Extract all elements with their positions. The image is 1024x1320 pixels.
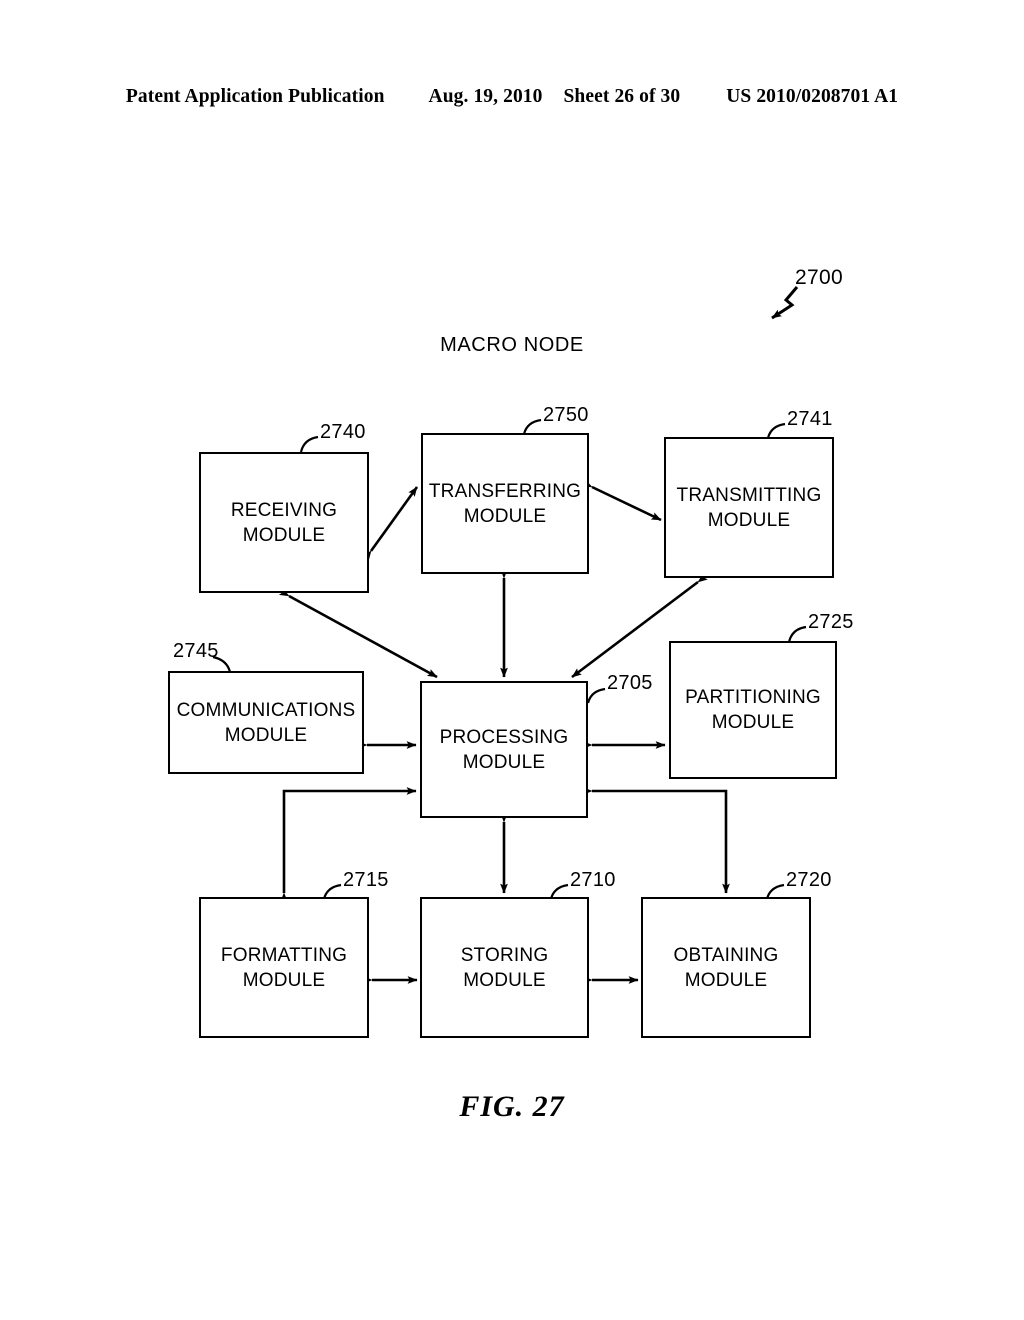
module-box-transferring: TRANSFERRING MODULE xyxy=(421,433,589,574)
module-label-partitioning: PARTITIONING MODULE xyxy=(685,687,821,733)
module-label-processing: PROCESSING MODULE xyxy=(439,726,569,773)
ref-numeral-2700: 2700 xyxy=(795,266,843,289)
figure-caption: FIG. 27 xyxy=(459,1090,565,1123)
ref-numeral-2710: 2710 xyxy=(570,869,616,891)
module-label-transmitting: TRANSMITTING MODULE xyxy=(676,484,822,531)
system-ref-arrow xyxy=(771,286,799,320)
ref-numeral-2740: 2740 xyxy=(320,421,366,443)
ref-numeral-2715: 2715 xyxy=(343,869,389,891)
ref-numeral-2725: 2725 xyxy=(808,611,854,633)
module-label-communications: COMMUNICATIONS MODULE xyxy=(176,699,356,746)
module-box-communications: COMMUNICATIONS MODULE xyxy=(168,671,364,774)
diagram-title: MACRO NODE xyxy=(440,334,584,356)
module-box-receiving: RECEIVING MODULE xyxy=(199,452,369,593)
module-box-processing: PROCESSING MODULE xyxy=(420,681,588,818)
module-box-transmitting: TRANSMITTING MODULE xyxy=(664,437,834,578)
module-box-formatting: FORMATTING MODULE xyxy=(199,897,369,1038)
module-box-obtaining: OBTAINING MODULE xyxy=(641,897,811,1038)
module-box-partitioning: PARTITIONING MODULE xyxy=(669,641,837,779)
wire-transferring-transmitting xyxy=(581,479,662,522)
module-label-formatting: FORMATTING MODULE xyxy=(220,944,348,991)
wire-receiving-transferring xyxy=(362,486,419,561)
ref-numeral-2720: 2720 xyxy=(786,869,832,891)
ref-numeral-2741: 2741 xyxy=(787,408,833,430)
wire-receiving-processing xyxy=(278,588,438,679)
ref-numeral-2705: 2705 xyxy=(607,672,653,694)
module-box-storing: STORING MODULE xyxy=(420,897,589,1038)
module-label-obtaining: OBTAINING MODULE xyxy=(673,944,779,991)
module-label-transferring: TRANSFERRING MODULE xyxy=(428,480,582,527)
ref-numeral-2745: 2745 xyxy=(173,640,219,662)
ref-numeral-2750: 2750 xyxy=(543,404,589,426)
patent-figure-27: MACRO NODE 2700 2740 2750 2741 2745 2705… xyxy=(0,0,1024,1320)
module-label-storing: STORING MODULE xyxy=(460,944,549,991)
module-label-receiving: RECEIVING MODULE xyxy=(230,499,338,546)
